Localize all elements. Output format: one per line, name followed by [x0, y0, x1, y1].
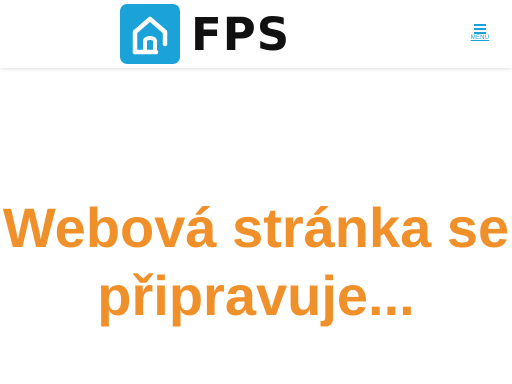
hamburger-icon: [474, 24, 486, 34]
logo-text: FPS: [191, 7, 291, 61]
house-icon: [120, 4, 180, 64]
menu-label: MENU: [470, 35, 490, 41]
menu-button[interactable]: MENU: [468, 24, 492, 48]
page-headline: Webová stránka se připravuje...: [2, 196, 510, 327]
site-header: FPS MENU: [0, 0, 512, 68]
site-logo[interactable]: FPS: [120, 4, 290, 64]
